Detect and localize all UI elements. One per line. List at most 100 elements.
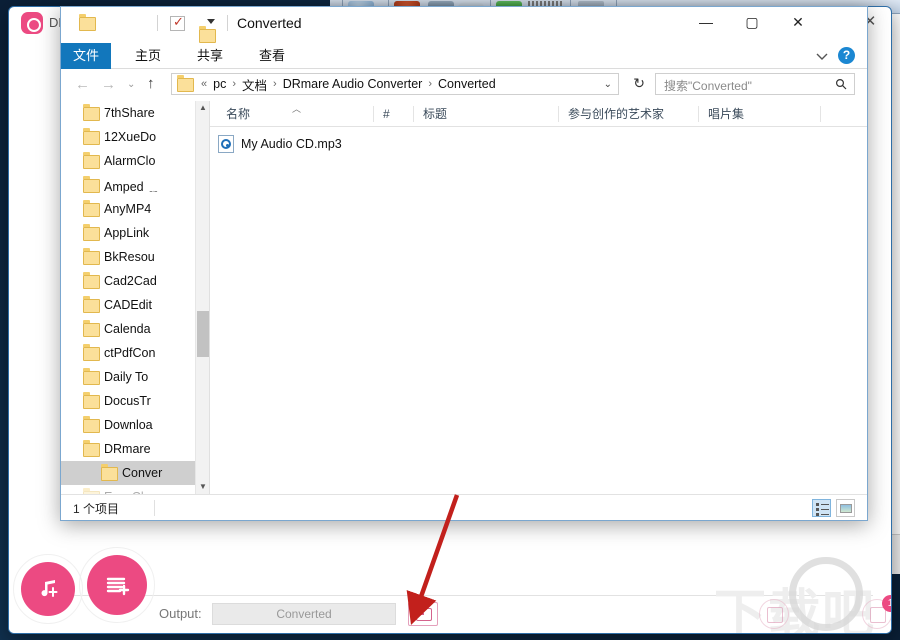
explorer-title: Converted: [237, 15, 302, 31]
tree-item[interactable]: AnyMP4: [61, 197, 209, 221]
explorer-body: 7thShare 12XueDo AlarmClo Amped ﹎ AnyMP4…: [61, 101, 867, 494]
tree-item[interactable]: Calenda: [61, 317, 209, 341]
tree-item[interactable]: ctPdfCon: [61, 341, 209, 365]
tree-item[interactable]: 7thShare: [61, 101, 209, 125]
address-bar: ← → ⌄ ↑ « pc › 文档 › DRmare Audio Convert…: [61, 69, 867, 99]
breadcrumb-item-pc[interactable]: pc: [211, 77, 228, 91]
divider: [227, 15, 228, 31]
recent-locations-button[interactable]: ⌄: [127, 79, 135, 90]
breadcrumb-separator: ›: [428, 78, 433, 90]
tree-item-label: ctPdfCon: [104, 346, 156, 360]
tree-item-label: DRmare: [104, 442, 151, 456]
tree-item-label: Daily To: [104, 370, 149, 384]
tree-item[interactable]: AlarmClo: [61, 149, 209, 173]
tree-item[interactable]: 12XueDo: [61, 125, 209, 149]
tree-item[interactable]: DocusTr: [61, 389, 209, 413]
tree-item[interactable]: EasyClea: [61, 485, 209, 494]
tree-item-label: AnyMP4: [104, 202, 152, 216]
properties-checkbox-icon[interactable]: [170, 14, 185, 31]
tree-item[interactable]: BkResou: [61, 245, 209, 269]
search-input[interactable]: 搜索"Converted": [655, 73, 855, 95]
tree-item[interactable]: CADEdit: [61, 293, 209, 317]
item-count-text: 1 个项目: [73, 502, 120, 516]
tree-item-label: Calenda: [104, 322, 151, 336]
folder-icon: [83, 224, 100, 241]
chevron-down-icon[interactable]: [813, 47, 831, 65]
forward-button[interactable]: →: [101, 76, 116, 93]
breadcrumb-item-converted[interactable]: Converted: [436, 77, 498, 91]
folder-icon[interactable]: [79, 14, 96, 31]
search-icon[interactable]: [835, 78, 847, 93]
minimize-button[interactable]: —: [683, 7, 729, 37]
refresh-icon[interactable]: ↻: [633, 75, 645, 92]
breadcrumb-item-drmare[interactable]: DRmare Audio Converter: [281, 77, 425, 91]
drmare-app-icon: [21, 12, 43, 34]
equalizer-icon: [767, 607, 783, 623]
folder-icon: [83, 320, 100, 337]
tree-item-label: 7thShare: [104, 106, 155, 120]
breadcrumb-separator: ›: [232, 78, 236, 90]
output-label: Output:: [159, 606, 202, 621]
tree-item[interactable]: Amped ﹎: [61, 173, 209, 197]
folder-icon: [83, 128, 100, 145]
help-button[interactable]: ?: [838, 47, 855, 64]
column-header-contributing-artists[interactable]: 参与创作的艺术家: [560, 101, 698, 127]
breadcrumb[interactable]: « pc › 文档 › DRmare Audio Converter › Con…: [171, 73, 619, 95]
chevron-down-icon[interactable]: ⌄: [604, 79, 612, 90]
file-name: My Audio CD.mp3: [241, 137, 342, 151]
tree-item-label: Downloa: [104, 418, 153, 432]
file-explorer-window: Converted — ▢ ✕ 文件 主页 共享 查看 ? ← → ⌄ ↑ « …: [60, 6, 868, 521]
breadcrumb-item-documents[interactable]: 文档: [240, 75, 269, 94]
tree-item-label: AppLink: [104, 226, 150, 240]
table-row[interactable]: My Audio CD.mp3: [218, 135, 342, 153]
tree-item-label: DocusTr: [104, 394, 151, 408]
browse-output-folder-button[interactable]: [408, 602, 438, 626]
divider: [154, 500, 155, 516]
output-path-field[interactable]: Converted: [212, 603, 396, 625]
tree-item[interactable]: AppLink: [61, 221, 209, 245]
folder-icon: [83, 176, 100, 193]
breadcrumb-overflow[interactable]: «: [197, 78, 211, 90]
navigation-scrollbar[interactable]: ▲ ▼: [195, 101, 209, 494]
tree-item-label: BkResou: [104, 250, 155, 264]
tab-view[interactable]: 查看: [247, 43, 297, 69]
search-placeholder: 搜索"Converted": [664, 79, 752, 93]
tree-item-converted[interactable]: Conver: [61, 461, 209, 485]
add-music-note-icon: [21, 562, 75, 616]
tab-file[interactable]: 文件: [61, 43, 111, 69]
add-playlist-button[interactable]: [87, 555, 147, 615]
up-button[interactable]: ↑: [147, 75, 155, 92]
add-music-button[interactable]: [21, 562, 75, 616]
details-view-button[interactable]: [812, 499, 831, 517]
maximize-button[interactable]: ▢: [729, 7, 775, 37]
watermark-site: www.xiazaiba.com: [709, 632, 824, 633]
add-playlist-icon: [87, 555, 147, 615]
converted-count-badge: 1: [882, 595, 891, 612]
tree-item[interactable]: DRmare: [61, 437, 209, 461]
column-headers: 名称 ︿ # 标题 参与创作的艺术家 唱片集: [210, 101, 867, 127]
column-header-title[interactable]: 标题: [415, 101, 558, 127]
large-icons-view-button[interactable]: [836, 499, 855, 517]
folder-icon: [83, 368, 100, 385]
tab-share[interactable]: 共享: [185, 43, 235, 69]
new-folder-icon[interactable]: [199, 26, 216, 43]
folder-icon: [101, 464, 118, 481]
tree-item-label: Amped ﹎: [104, 179, 160, 194]
tree-item-label: Conver: [122, 466, 163, 480]
scrollbar-thumb[interactable]: [197, 311, 209, 357]
close-button[interactable]: ✕: [775, 7, 821, 37]
column-header-track[interactable]: #: [375, 101, 413, 127]
scroll-up-icon[interactable]: ▲: [196, 101, 209, 115]
column-header-album[interactable]: 唱片集: [700, 101, 820, 127]
tree-item[interactable]: Downloa: [61, 413, 209, 437]
status-bar: 1 个项目: [61, 494, 867, 520]
equalizer-button[interactable]: [759, 599, 789, 629]
tree-item[interactable]: Daily To: [61, 365, 209, 389]
large-icons-view-icon: [840, 504, 852, 513]
tree-item[interactable]: Cad2Cad: [61, 269, 209, 293]
back-button[interactable]: ←: [75, 76, 90, 93]
scroll-down-icon[interactable]: ▼: [196, 480, 209, 494]
folder-icon: [83, 344, 100, 361]
chevron-down-icon[interactable]: [207, 19, 215, 24]
tab-home[interactable]: 主页: [123, 43, 173, 69]
